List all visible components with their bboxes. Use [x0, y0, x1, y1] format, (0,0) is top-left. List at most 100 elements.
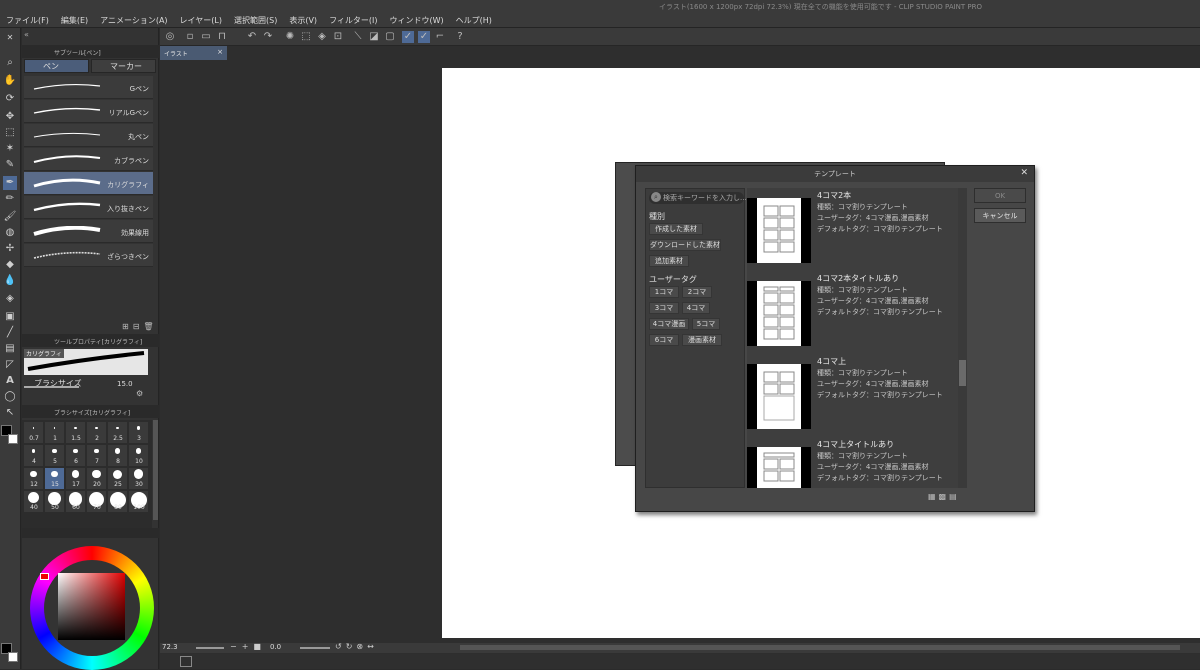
- ruler-off-icon[interactable]: ⟍: [352, 31, 364, 43]
- brush-size-cell[interactable]: 8: [108, 445, 127, 466]
- menu-help[interactable]: ヘルプ(H): [456, 15, 492, 26]
- zoom-tool-icon[interactable]: ⌕: [3, 56, 17, 70]
- help-icon[interactable]: ?: [454, 31, 466, 43]
- template-item-4koma-2hon-title[interactable]: 4コマ2本タイトルあり 種類：コマ割りテンプレート ユーザータグ：4コマ漫画,漫…: [747, 273, 947, 346]
- tag-3koma[interactable]: 3コマ: [649, 302, 679, 314]
- brush-item-gpen[interactable]: Gペン: [24, 76, 153, 99]
- brush-size-cell[interactable]: 100: [129, 491, 148, 512]
- save-icon[interactable]: ⊓: [216, 31, 228, 43]
- correct-line-icon[interactable]: ↖: [3, 406, 17, 420]
- brush-size-cell[interactable]: 1.5: [66, 422, 85, 443]
- scroll-thumb[interactable]: [959, 360, 966, 386]
- template-item-4koma-2hon[interactable]: 4コマ2本 種類：コマ割りテンプレート ユーザータグ：4コマ漫画,漫画素材 デフ…: [747, 190, 947, 263]
- collapse-icon[interactable]: ✕: [3, 31, 17, 45]
- menu-animation[interactable]: アニメーション(A): [100, 15, 167, 26]
- brush-size-cell[interactable]: 80: [108, 491, 127, 512]
- menu-layer[interactable]: レイヤー(L): [180, 15, 222, 26]
- brush-size-value[interactable]: 15.0: [117, 380, 133, 388]
- brush-size-cell[interactable]: 25: [108, 468, 127, 489]
- brush-size-cell[interactable]: 10: [129, 445, 148, 466]
- brush-size-scrollbar[interactable]: [153, 420, 158, 520]
- horizontal-scrollbar[interactable]: [460, 645, 1180, 650]
- tag-2koma[interactable]: 2コマ: [682, 286, 712, 298]
- subtool-actions[interactable]: ⊞⊟🗑: [122, 322, 158, 331]
- brush-size-cell[interactable]: 60: [66, 491, 85, 512]
- ruler-snap-icon[interactable]: ◪: [368, 31, 380, 43]
- new-file-icon[interactable]: ▫: [184, 31, 196, 43]
- clear-icon[interactable]: ✺: [284, 31, 296, 43]
- crop-icon[interactable]: ⊡: [332, 31, 344, 43]
- brush-size-cell[interactable]: 70: [87, 491, 106, 512]
- menu-selection[interactable]: 選択範囲(S): [234, 15, 277, 26]
- color-panel-tabs[interactable]: [22, 528, 159, 538]
- brush-size-cell[interactable]: 15: [45, 468, 64, 489]
- figure-icon[interactable]: ╱: [3, 326, 17, 340]
- fill-icon[interactable]: ◈: [3, 292, 17, 306]
- search-input[interactable]: ⌕ 検索キーワードを入力し...: [649, 192, 747, 204]
- transform-icon[interactable]: ⬚: [300, 31, 312, 43]
- grid-snap-icon[interactable]: ▢: [384, 31, 396, 43]
- hue-marker[interactable]: [40, 573, 49, 580]
- undo-icon[interactable]: ↶: [246, 31, 258, 43]
- brush-size-cell[interactable]: 6: [66, 445, 85, 466]
- brush-size-cell[interactable]: 17: [66, 468, 85, 489]
- rotation-buttons[interactable]: ↺↻⊗↔: [335, 642, 378, 651]
- view-mode-buttons[interactable]: ▦▩▤: [928, 492, 960, 501]
- settings-icon[interactable]: ⚙: [136, 389, 143, 398]
- template-item-4koma-ue[interactable]: 4コマ上 種類：コマ割りテンプレート ユーザータグ：4コマ漫画,漫画素材 デフォ…: [747, 356, 947, 429]
- tag-6koma[interactable]: 6コマ: [649, 334, 679, 346]
- brush-size-cell[interactable]: 1: [45, 422, 64, 443]
- clip-studio-icon[interactable]: ◎: [164, 31, 176, 43]
- brush-item-maru-pen[interactable]: 丸ペン: [24, 124, 153, 147]
- category-created-button[interactable]: 作成した素材: [649, 223, 703, 235]
- tag-5koma[interactable]: 5コマ: [692, 318, 720, 330]
- brush-item-kabura-pen[interactable]: カブラペン: [24, 148, 153, 171]
- document-tab[interactable]: イラスト ×: [160, 46, 227, 60]
- panel-collapse-icon[interactable]: «: [24, 30, 29, 39]
- close-tab-icon[interactable]: ×: [217, 48, 223, 56]
- pressure-icon[interactable]: ⌐: [434, 31, 446, 43]
- tag-4koma-manga[interactable]: 4コマ漫画: [649, 318, 689, 330]
- text-tool-icon[interactable]: A: [3, 374, 17, 388]
- brush-size-cell[interactable]: 12: [24, 468, 43, 489]
- rotation-slider[interactable]: [300, 647, 330, 649]
- brush-item-calligraphy[interactable]: カリグラフィ: [24, 172, 153, 195]
- layer-panel-toggle-icon[interactable]: [180, 656, 192, 667]
- stabilizer-icon[interactable]: ✓: [402, 31, 414, 43]
- rotate-tool-icon[interactable]: ⟳: [3, 92, 17, 106]
- menu-file[interactable]: ファイル(F): [6, 15, 49, 26]
- zoom-value[interactable]: 72.3: [162, 643, 178, 651]
- frame-icon[interactable]: ▤: [3, 342, 17, 356]
- brush-size-cell[interactable]: 50: [45, 491, 64, 512]
- balloon-icon[interactable]: ◯: [3, 390, 17, 404]
- auto-select-icon[interactable]: ✶: [3, 142, 17, 156]
- color-wheel[interactable]: [30, 546, 154, 670]
- menu-view[interactable]: 表示(V): [289, 15, 317, 26]
- brush-size-cell[interactable]: 40: [24, 491, 43, 512]
- brush-size-cell[interactable]: 5: [45, 445, 64, 466]
- move-tool-icon[interactable]: ✥: [3, 110, 17, 124]
- menu-filter[interactable]: フィルター(I): [329, 15, 377, 26]
- template-item-4koma-ue-title[interactable]: 4コマ上タイトルあり 種類：コマ割りテンプレート ユーザータグ：4コマ漫画,漫画…: [747, 439, 947, 488]
- open-file-icon[interactable]: ▭: [200, 31, 212, 43]
- sub-color-swatch-bottom[interactable]: [8, 652, 18, 662]
- gradient-icon[interactable]: ▣: [3, 310, 17, 324]
- brush-size-cell[interactable]: 3: [129, 422, 148, 443]
- redo-icon[interactable]: ↷: [262, 31, 274, 43]
- brush-item-real-gpen[interactable]: リアルGペン: [24, 100, 153, 123]
- smoothing-icon[interactable]: ✓: [418, 31, 430, 43]
- decoration-icon[interactable]: ✢: [3, 242, 17, 256]
- template-list-scrollbar[interactable]: [958, 188, 967, 488]
- tag-1koma[interactable]: 1コマ: [649, 286, 679, 298]
- eraser-icon[interactable]: ◆: [3, 258, 17, 272]
- menu-edit[interactable]: 編集(E): [61, 15, 88, 26]
- brush-size-cell[interactable]: 30: [129, 468, 148, 489]
- tab-pen[interactable]: ペン: [24, 59, 89, 73]
- pencil-tool-icon[interactable]: ✏: [3, 192, 17, 206]
- category-added-button[interactable]: 追加素材: [649, 255, 689, 267]
- brush-size-cell[interactable]: 4: [24, 445, 43, 466]
- tag-4koma[interactable]: 4コマ: [682, 302, 710, 314]
- brush-size-cell[interactable]: 20: [87, 468, 106, 489]
- airbrush-icon[interactable]: ◍: [3, 226, 17, 240]
- brush-tool-icon[interactable]: 🖌: [3, 210, 17, 224]
